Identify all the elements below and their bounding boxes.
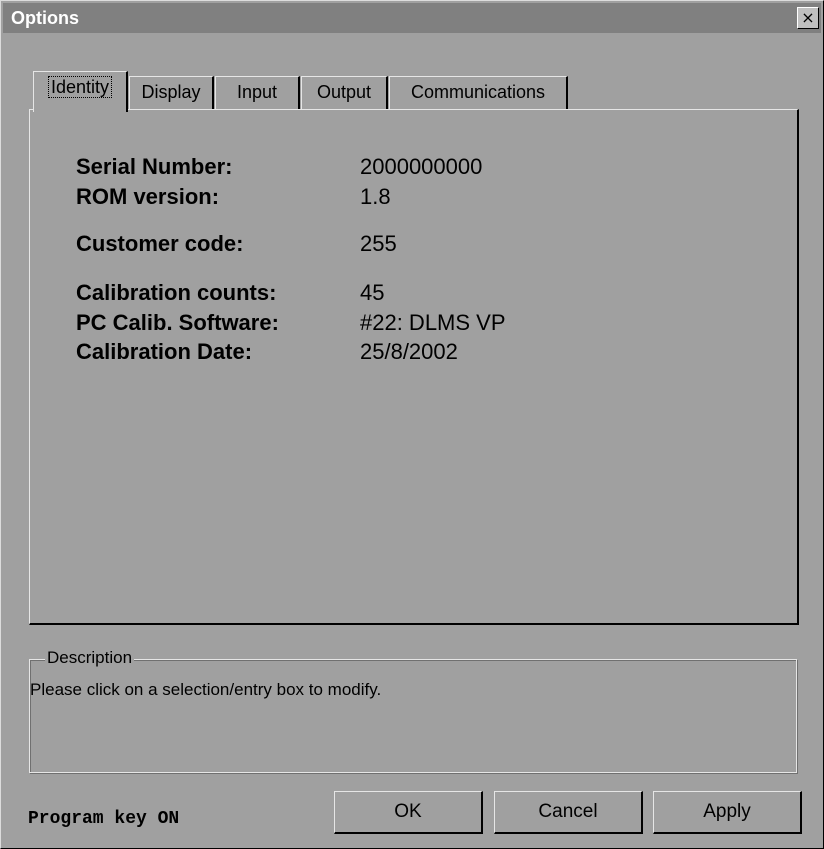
calibration-counts-value: 45 (360, 280, 385, 305)
close-icon: × (801, 8, 815, 27)
apply-button[interactable]: Apply (653, 791, 802, 834)
description-text: Please click on a selection/entry box to… (30, 680, 382, 699)
serial-number-value: 2000000000 (360, 154, 483, 179)
options-window: Options × Identity Display Input Output … (0, 0, 824, 849)
title-bar[interactable]: Options × (3, 3, 821, 33)
identity-panel: Serial Number: 2000000000 ROM version: 1… (29, 109, 799, 625)
tab-output-label: Output (316, 82, 372, 102)
tab-communications[interactable]: Communications (389, 76, 568, 109)
pc-calib-software-label: PC Calib. Software: (76, 310, 279, 335)
tab-communications-label: Communications (410, 82, 546, 102)
close-button[interactable]: × (797, 7, 819, 29)
description-legend: Description (45, 648, 135, 668)
rom-version-label: ROM version: (76, 184, 220, 209)
window-title: Options (11, 8, 79, 28)
calibration-date-label: Calibration Date: (76, 339, 253, 364)
tab-input[interactable]: Input (215, 76, 300, 109)
ok-button[interactable]: OK (334, 791, 483, 834)
tab-display-label: Display (141, 82, 201, 102)
rom-version-value: 1.8 (360, 184, 391, 209)
calibration-counts-label: Calibration counts: (76, 280, 277, 305)
serial-number-label: Serial Number: (76, 154, 233, 179)
customer-code-label: Customer code: (76, 231, 244, 256)
calibration-date-value: 25/8/2002 (360, 339, 458, 364)
customer-code-value: 255 (360, 231, 397, 256)
pc-calib-software-value: #22: DLMS VP (360, 310, 506, 335)
tab-display[interactable]: Display (129, 76, 214, 109)
tab-identity-label: Identity (47, 76, 113, 98)
cancel-button[interactable]: Cancel (494, 791, 643, 834)
tab-output[interactable]: Output (301, 76, 388, 109)
description-group: Description Please click on a selection/… (29, 648, 797, 773)
tab-input-label: Input (236, 82, 278, 102)
tab-identity[interactable]: Identity (33, 71, 128, 112)
program-key-status: Program key ON (28, 809, 180, 829)
